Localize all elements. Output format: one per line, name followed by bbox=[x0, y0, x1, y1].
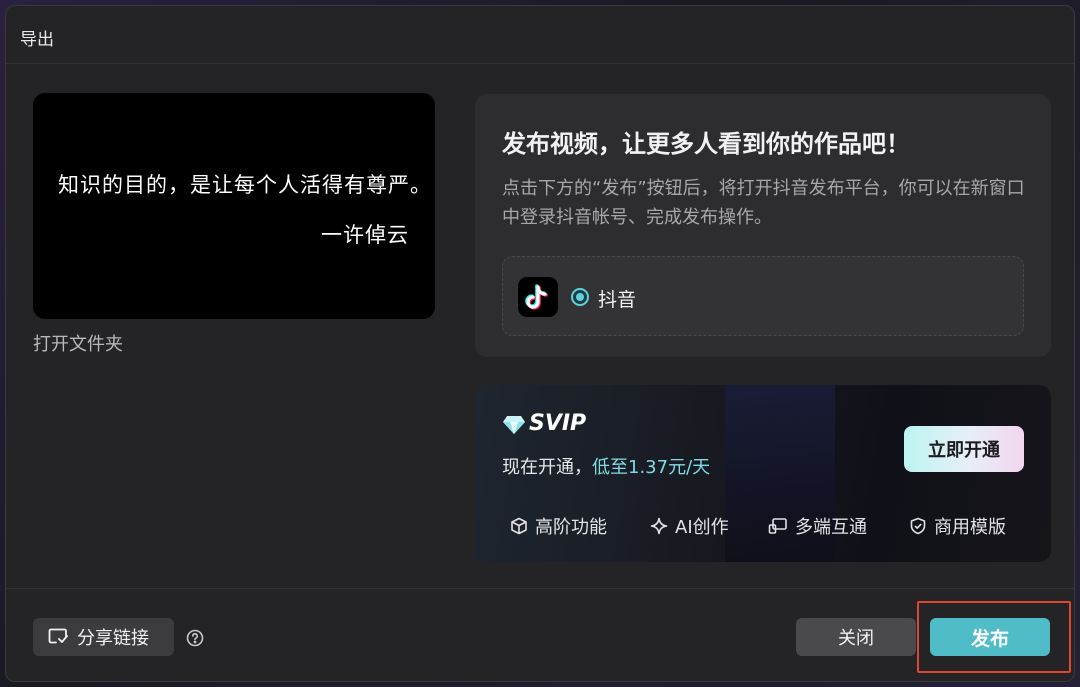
export-dialog: 导出 知识的目的，是让每个人活得有尊严。 一许倬云 打开文件夹 发布视频，让更多… bbox=[5, 5, 1075, 682]
publish-card: 发布视频，让更多人看到你的作品吧！ 点击下方的“发布”按钮后，将打开抖音发布平台… bbox=[475, 94, 1051, 357]
platform-label: 抖音 bbox=[598, 289, 637, 311]
devices-icon bbox=[768, 518, 787, 534]
preview-quote: 知识的目的，是让每个人活得有尊严。 bbox=[58, 173, 432, 197]
publish-heading: 发布视频，让更多人看到你的作品吧！ bbox=[502, 130, 910, 158]
cube-icon bbox=[511, 517, 527, 535]
feature-label: 商用模版 bbox=[934, 517, 1006, 538]
help-icon[interactable] bbox=[186, 629, 204, 647]
publish-button[interactable]: 发布 bbox=[930, 618, 1050, 656]
feature-multi-device: 多端互通 bbox=[768, 513, 867, 539]
feature-ai: AI创作 bbox=[650, 513, 729, 539]
dialog-footer: 分享链接 关闭 发布 bbox=[6, 588, 1074, 681]
preview-author: 一许倬云 bbox=[321, 223, 409, 247]
feature-label: AI创作 bbox=[675, 517, 729, 538]
feature-commercial-template: 商用模版 bbox=[909, 513, 1006, 539]
open-folder-link[interactable]: 打开文件夹 bbox=[33, 330, 123, 356]
share-link-button[interactable]: 分享链接 bbox=[33, 618, 174, 656]
svip-promo-card: SVIP 现在开通，低至1.37元/天 立即开通 高阶功能 AI创作 多端互通 bbox=[475, 385, 1051, 562]
svip-price: 现在开通，低至1.37元/天 bbox=[502, 453, 710, 479]
dialog-titlebar: 导出 bbox=[6, 6, 1074, 64]
feature-advanced: 高阶功能 bbox=[510, 513, 607, 539]
svip-price-highlight: 低至1.37元/天 bbox=[592, 457, 711, 478]
shield-check-icon bbox=[910, 517, 926, 535]
feature-label: 高阶功能 bbox=[535, 517, 607, 538]
publish-description: 点击下方的“发布”按钮后，将打开抖音发布平台，你可以在新窗口中登录抖音帐号、完成… bbox=[502, 178, 1025, 228]
video-preview: 知识的目的，是让每个人活得有尊严。 一许倬云 bbox=[33, 93, 435, 319]
dialog-title: 导出 bbox=[20, 30, 54, 50]
sparkle-icon bbox=[650, 517, 668, 535]
share-screen-icon bbox=[48, 628, 68, 644]
platform-option-douyin[interactable]: 抖音 bbox=[502, 256, 1024, 336]
svip-title: SVIP bbox=[529, 411, 587, 436]
feature-label: 多端互通 bbox=[795, 517, 867, 538]
tiktok-icon bbox=[518, 277, 558, 317]
platform-radio[interactable] bbox=[571, 288, 589, 306]
open-vip-button[interactable]: 立即开通 bbox=[904, 426, 1024, 472]
svip-price-prefix: 现在开通， bbox=[502, 457, 592, 478]
share-link-label: 分享链接 bbox=[77, 628, 149, 649]
diamond-icon bbox=[502, 415, 526, 435]
close-button[interactable]: 关闭 bbox=[796, 618, 916, 656]
